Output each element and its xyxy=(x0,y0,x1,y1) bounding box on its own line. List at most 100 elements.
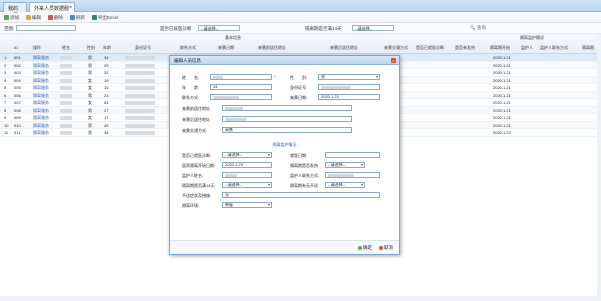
cell-name: ■■ xyxy=(60,56,72,60)
col-age[interactable]: 年龄 xyxy=(103,45,111,51)
edit-button[interactable]: 编辑 xyxy=(26,15,41,21)
col-after[interactable]: 来黄后居住地址 xyxy=(330,45,358,51)
filter-bar: 范围: 是否已就医诊断: --请选择-- 隔离期是否满14天: --请选择-- … xyxy=(0,23,601,34)
guardian-phone-label: 监护人联系方式: xyxy=(290,173,320,178)
col-phone[interactable]: 联系方式 xyxy=(180,45,196,51)
toolbar: 添加 编辑 删除 刷新 导出Excel xyxy=(0,13,601,23)
full-period-select[interactable]: --请选择-- xyxy=(222,182,272,188)
guardian-phone-input[interactable] xyxy=(325,172,380,178)
cell-op[interactable]: 隔离服务 xyxy=(33,100,49,106)
release-label: 隔离期有无不适: xyxy=(290,183,320,188)
col-guardian[interactable]: 监护人 xyxy=(521,45,533,51)
cell-age: 34 xyxy=(104,130,109,135)
phone-input[interactable] xyxy=(210,94,272,100)
release-select[interactable]: --请选择-- xyxy=(325,182,365,188)
discomfort-input[interactable]: 无 xyxy=(222,192,380,198)
sex-select[interactable]: 男 xyxy=(318,74,380,80)
cell-op[interactable]: 隔离服务 xyxy=(33,115,49,121)
cell-op[interactable]: 隔离服务 xyxy=(33,70,49,76)
cell-date: 2020.1.21 xyxy=(493,100,511,105)
masked-cell xyxy=(125,101,155,105)
cell-id: 5 xyxy=(4,85,7,90)
idcard-input[interactable] xyxy=(318,84,380,90)
col-op[interactable]: 操作 xyxy=(33,45,41,51)
cell-age: 17 xyxy=(104,115,109,120)
cell-name: ■■ xyxy=(60,93,72,98)
confirm-button[interactable]: 确定 xyxy=(356,244,374,252)
arrive-date-input[interactable]: 2020.1.22 xyxy=(318,94,380,100)
col-arrive[interactable]: 来黄日期 xyxy=(218,45,234,51)
col-idcard[interactable]: 身份证号 xyxy=(135,45,151,51)
start-date-input[interactable]: 2020.1.23 xyxy=(222,162,272,168)
col-transport[interactable]: 来黄交通方式 xyxy=(384,45,408,51)
cell-op[interactable]: 隔离服务 xyxy=(33,130,49,136)
cell-name: ■■ xyxy=(60,63,72,68)
cell-op[interactable]: 隔离服务 xyxy=(33,63,49,69)
col-sex[interactable]: 性别 xyxy=(87,45,95,51)
environment-select[interactable]: 单屋 xyxy=(222,202,272,208)
cell-name: ■■ xyxy=(60,86,72,90)
visit-date-input[interactable] xyxy=(325,152,380,158)
cell-op[interactable]: 隔离服务 xyxy=(33,85,49,91)
guardian-label: 监护人姓名: xyxy=(182,173,204,178)
col-period[interactable]: 隔离期 xyxy=(582,45,594,51)
cell-num: 011 xyxy=(14,130,21,135)
cell-num: 006 xyxy=(14,92,21,98)
cell-id: 8 xyxy=(4,107,7,113)
cell-date: 2020.1.21 xyxy=(493,107,511,113)
cell-op[interactable]: 隔离服务 xyxy=(33,78,49,84)
cell-sex: 女 xyxy=(88,77,92,83)
tab-external-personnel[interactable]: 外来人员数据服务 × xyxy=(29,2,75,19)
masked-value xyxy=(225,118,247,121)
cell-op[interactable]: 隔离服务 xyxy=(33,123,49,129)
scope-select[interactable] xyxy=(16,25,76,31)
delete-button[interactable]: 删除 xyxy=(48,15,63,21)
horizontal-scrollbar[interactable] xyxy=(0,296,601,301)
cell-age: 34 xyxy=(104,55,109,60)
medical-select[interactable]: --请选择-- xyxy=(222,152,272,158)
discomfort-label: 不适症状及措施: xyxy=(182,193,212,198)
col-id[interactable]: ID xyxy=(14,45,18,50)
vertical-scrollbar[interactable] xyxy=(597,34,601,296)
cell-sex: 男 xyxy=(88,55,92,60)
cell-id: 7 xyxy=(4,100,7,105)
medical-filter-select[interactable]: --请选择-- xyxy=(198,25,240,31)
cancel-button[interactable]: 取消 xyxy=(377,244,395,252)
before-address-input[interactable] xyxy=(222,105,352,111)
add-button[interactable]: 添加 xyxy=(4,15,19,21)
cell-op[interactable]: 隔离服务 xyxy=(33,93,49,99)
col-name[interactable]: 姓名 xyxy=(62,45,70,51)
cell-age: 19 xyxy=(104,77,109,83)
col-guardian-phone[interactable]: 监护人联系方式 xyxy=(540,45,568,51)
name-input[interactable] xyxy=(210,74,272,80)
cell-num: 004 xyxy=(14,77,21,83)
col-start[interactable]: 隔离期开始 xyxy=(490,45,510,51)
refresh-button[interactable]: 刷新 xyxy=(70,15,85,21)
isolation-filter-select[interactable]: --请选择-- xyxy=(352,25,394,31)
close-icon[interactable]: × xyxy=(391,58,396,63)
after-address-input[interactable] xyxy=(222,116,352,122)
cell-sex: 男 xyxy=(88,107,92,113)
col-before[interactable]: 来黄前居住地址 xyxy=(258,45,286,51)
cell-name: ■■ xyxy=(60,123,72,128)
cell-num: 003 xyxy=(14,70,21,75)
delete-icon xyxy=(48,15,53,20)
cell-date: 2020.1.21 xyxy=(493,70,511,75)
guardian-input[interactable] xyxy=(222,172,272,178)
transport-input[interactable]: 高铁 xyxy=(222,127,352,133)
tab-home[interactable]: 我的主页 xyxy=(3,2,27,19)
refresh-icon xyxy=(70,15,75,20)
check-icon xyxy=(358,245,362,250)
cell-sex: 男 xyxy=(88,130,92,135)
cell-op[interactable]: 隔离服务 xyxy=(33,108,49,114)
age-input[interactable]: 34 xyxy=(210,84,272,90)
fever-select[interactable]: --请选择-- xyxy=(325,162,365,168)
col-fever[interactable]: 是否有发热 xyxy=(455,45,475,51)
edit-person-dialog: 编辑人员信息 × 姓 名: * 性 别: 男 年 龄: 34 身份证号: 联系方… xyxy=(169,55,400,255)
col-medical[interactable]: 是否已就医诊断 xyxy=(416,45,444,51)
dialog-title-bar[interactable]: 编辑人员信息 × xyxy=(170,56,399,65)
export-excel-button[interactable]: 导出Excel xyxy=(92,15,118,21)
close-icon[interactable]: × xyxy=(69,5,72,11)
cell-op[interactable]: 隔离服务 xyxy=(33,55,49,61)
search-button[interactable]: 🔍 查询 xyxy=(470,25,486,31)
